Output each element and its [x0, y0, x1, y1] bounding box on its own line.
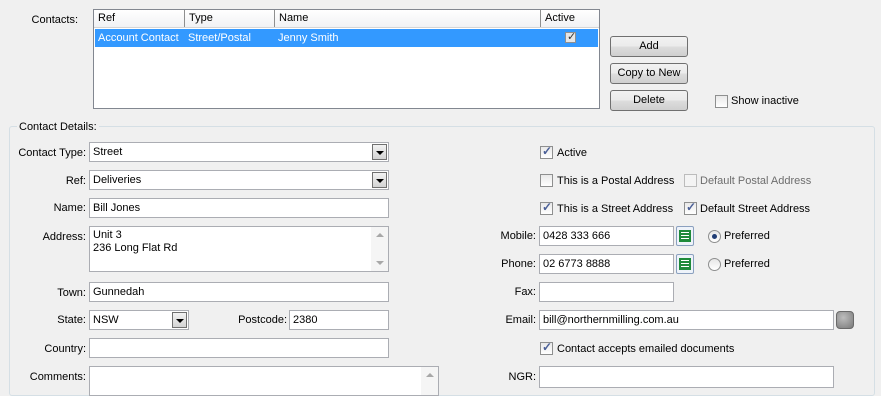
grid-header: Ref Type Name Active	[94, 10, 599, 28]
accepts-email-checkbox[interactable]	[540, 340, 553, 355]
chevron-down-icon[interactable]	[372, 144, 387, 160]
cell-type: Street/Postal	[188, 32, 251, 44]
show-inactive-label: Show inactive	[731, 95, 799, 107]
country-field[interactable]	[89, 338, 389, 358]
send-email-icon[interactable]	[836, 311, 854, 329]
chevron-down-icon[interactable]	[372, 172, 387, 188]
fax-field[interactable]	[539, 282, 674, 302]
scroll-up-icon[interactable]	[426, 373, 434, 377]
email-label: Email:	[505, 314, 536, 326]
ngr-field[interactable]	[539, 366, 834, 388]
default-street-checkbox[interactable]	[684, 200, 697, 215]
email-field[interactable]: bill@northernmilling.com.au	[539, 310, 834, 330]
name-field[interactable]: Bill Jones	[89, 198, 389, 218]
street-address-checkbox[interactable]	[540, 200, 553, 215]
copy-to-new-button[interactable]: Copy to New	[610, 63, 688, 84]
ref-value: Deliveries	[93, 174, 142, 186]
contact-type-value: Street	[93, 146, 123, 158]
default-postal-checkbox	[684, 174, 697, 187]
cell-active-checkbox[interactable]	[565, 30, 576, 43]
mobile-preferred-radio[interactable]	[708, 230, 721, 243]
country-label: Country:	[44, 343, 86, 355]
ref-select[interactable]: Deliveries	[89, 170, 389, 190]
postcode-label: Postcode:	[238, 314, 287, 326]
postal-address-label: This is a Postal Address	[557, 175, 675, 187]
mobile-label: Mobile:	[500, 230, 536, 242]
mobile-field[interactable]: 0428 333 666	[539, 226, 674, 246]
street-address-label: This is a Street Address	[557, 203, 674, 215]
postal-address-checkbox[interactable]	[540, 174, 553, 187]
sms-button[interactable]	[676, 226, 694, 246]
phone-preferred-radio[interactable]	[708, 258, 721, 271]
town-label: Town:	[57, 287, 86, 299]
phone-preferred-label: Preferred	[724, 258, 770, 270]
mobile-preferred-label: Preferred	[724, 230, 770, 242]
comments-scrollbar[interactable]	[421, 367, 438, 395]
phone-label: Phone:	[501, 258, 536, 270]
address-line-2: 236 Long Flat Rd	[93, 242, 178, 254]
column-header-active[interactable]: Active	[541, 10, 599, 27]
comments-label: Comments:	[29, 371, 86, 383]
table-row[interactable]: Account Contact Street/Postal Jenny Smit…	[95, 29, 598, 47]
sms-icon	[679, 230, 691, 242]
fax-label: Fax:	[514, 286, 536, 298]
state-label: State:	[57, 314, 86, 326]
show-inactive-checkbox[interactable]	[715, 95, 728, 108]
address-label: Address:	[42, 231, 86, 243]
name-label: Name:	[53, 202, 86, 214]
address-field[interactable]: Unit 3 236 Long Flat Rd	[89, 226, 389, 272]
comments-field[interactable]	[89, 366, 439, 396]
contacts-label: Contacts:	[31, 14, 78, 26]
delete-button[interactable]: Delete	[610, 90, 688, 111]
accepts-email-label: Contact accepts emailed documents	[557, 343, 735, 355]
sms-button[interactable]	[676, 254, 694, 274]
phone-field[interactable]: 02 6773 8888	[539, 254, 674, 274]
active-checkbox[interactable]	[540, 144, 553, 159]
default-street-label: Default Street Address	[700, 203, 811, 215]
cell-ref: Account Contact	[98, 32, 179, 44]
column-header-ref[interactable]: Ref	[94, 10, 185, 27]
default-postal-label: Default Postal Address	[700, 175, 812, 187]
column-header-name[interactable]: Name	[275, 10, 541, 27]
chevron-down-icon[interactable]	[172, 312, 187, 328]
ngr-label: NGR:	[508, 371, 537, 383]
scroll-up-icon[interactable]	[376, 233, 384, 237]
address-scrollbar[interactable]	[371, 227, 388, 271]
contacts-grid[interactable]: Ref Type Name Active Account Contact Str…	[93, 9, 600, 109]
active-label: Active	[557, 147, 587, 159]
cell-name: Jenny Smith	[278, 32, 339, 44]
contact-type-select[interactable]: Street	[89, 142, 389, 162]
column-header-type[interactable]: Type	[185, 10, 275, 27]
scroll-down-icon[interactable]	[376, 261, 384, 265]
postcode-field[interactable]: 2380	[289, 310, 389, 330]
state-value: NSW	[93, 314, 119, 326]
add-button[interactable]: Add	[610, 36, 688, 57]
address-line-1: Unit 3	[93, 229, 122, 241]
town-field[interactable]: Gunnedah	[89, 282, 389, 302]
sms-icon	[679, 258, 691, 270]
contact-type-label: Contact Type:	[18, 147, 86, 159]
contact-details-title: Contact Details:	[17, 120, 99, 134]
ref-label: Ref:	[65, 175, 86, 187]
state-select[interactable]: NSW	[89, 310, 189, 330]
